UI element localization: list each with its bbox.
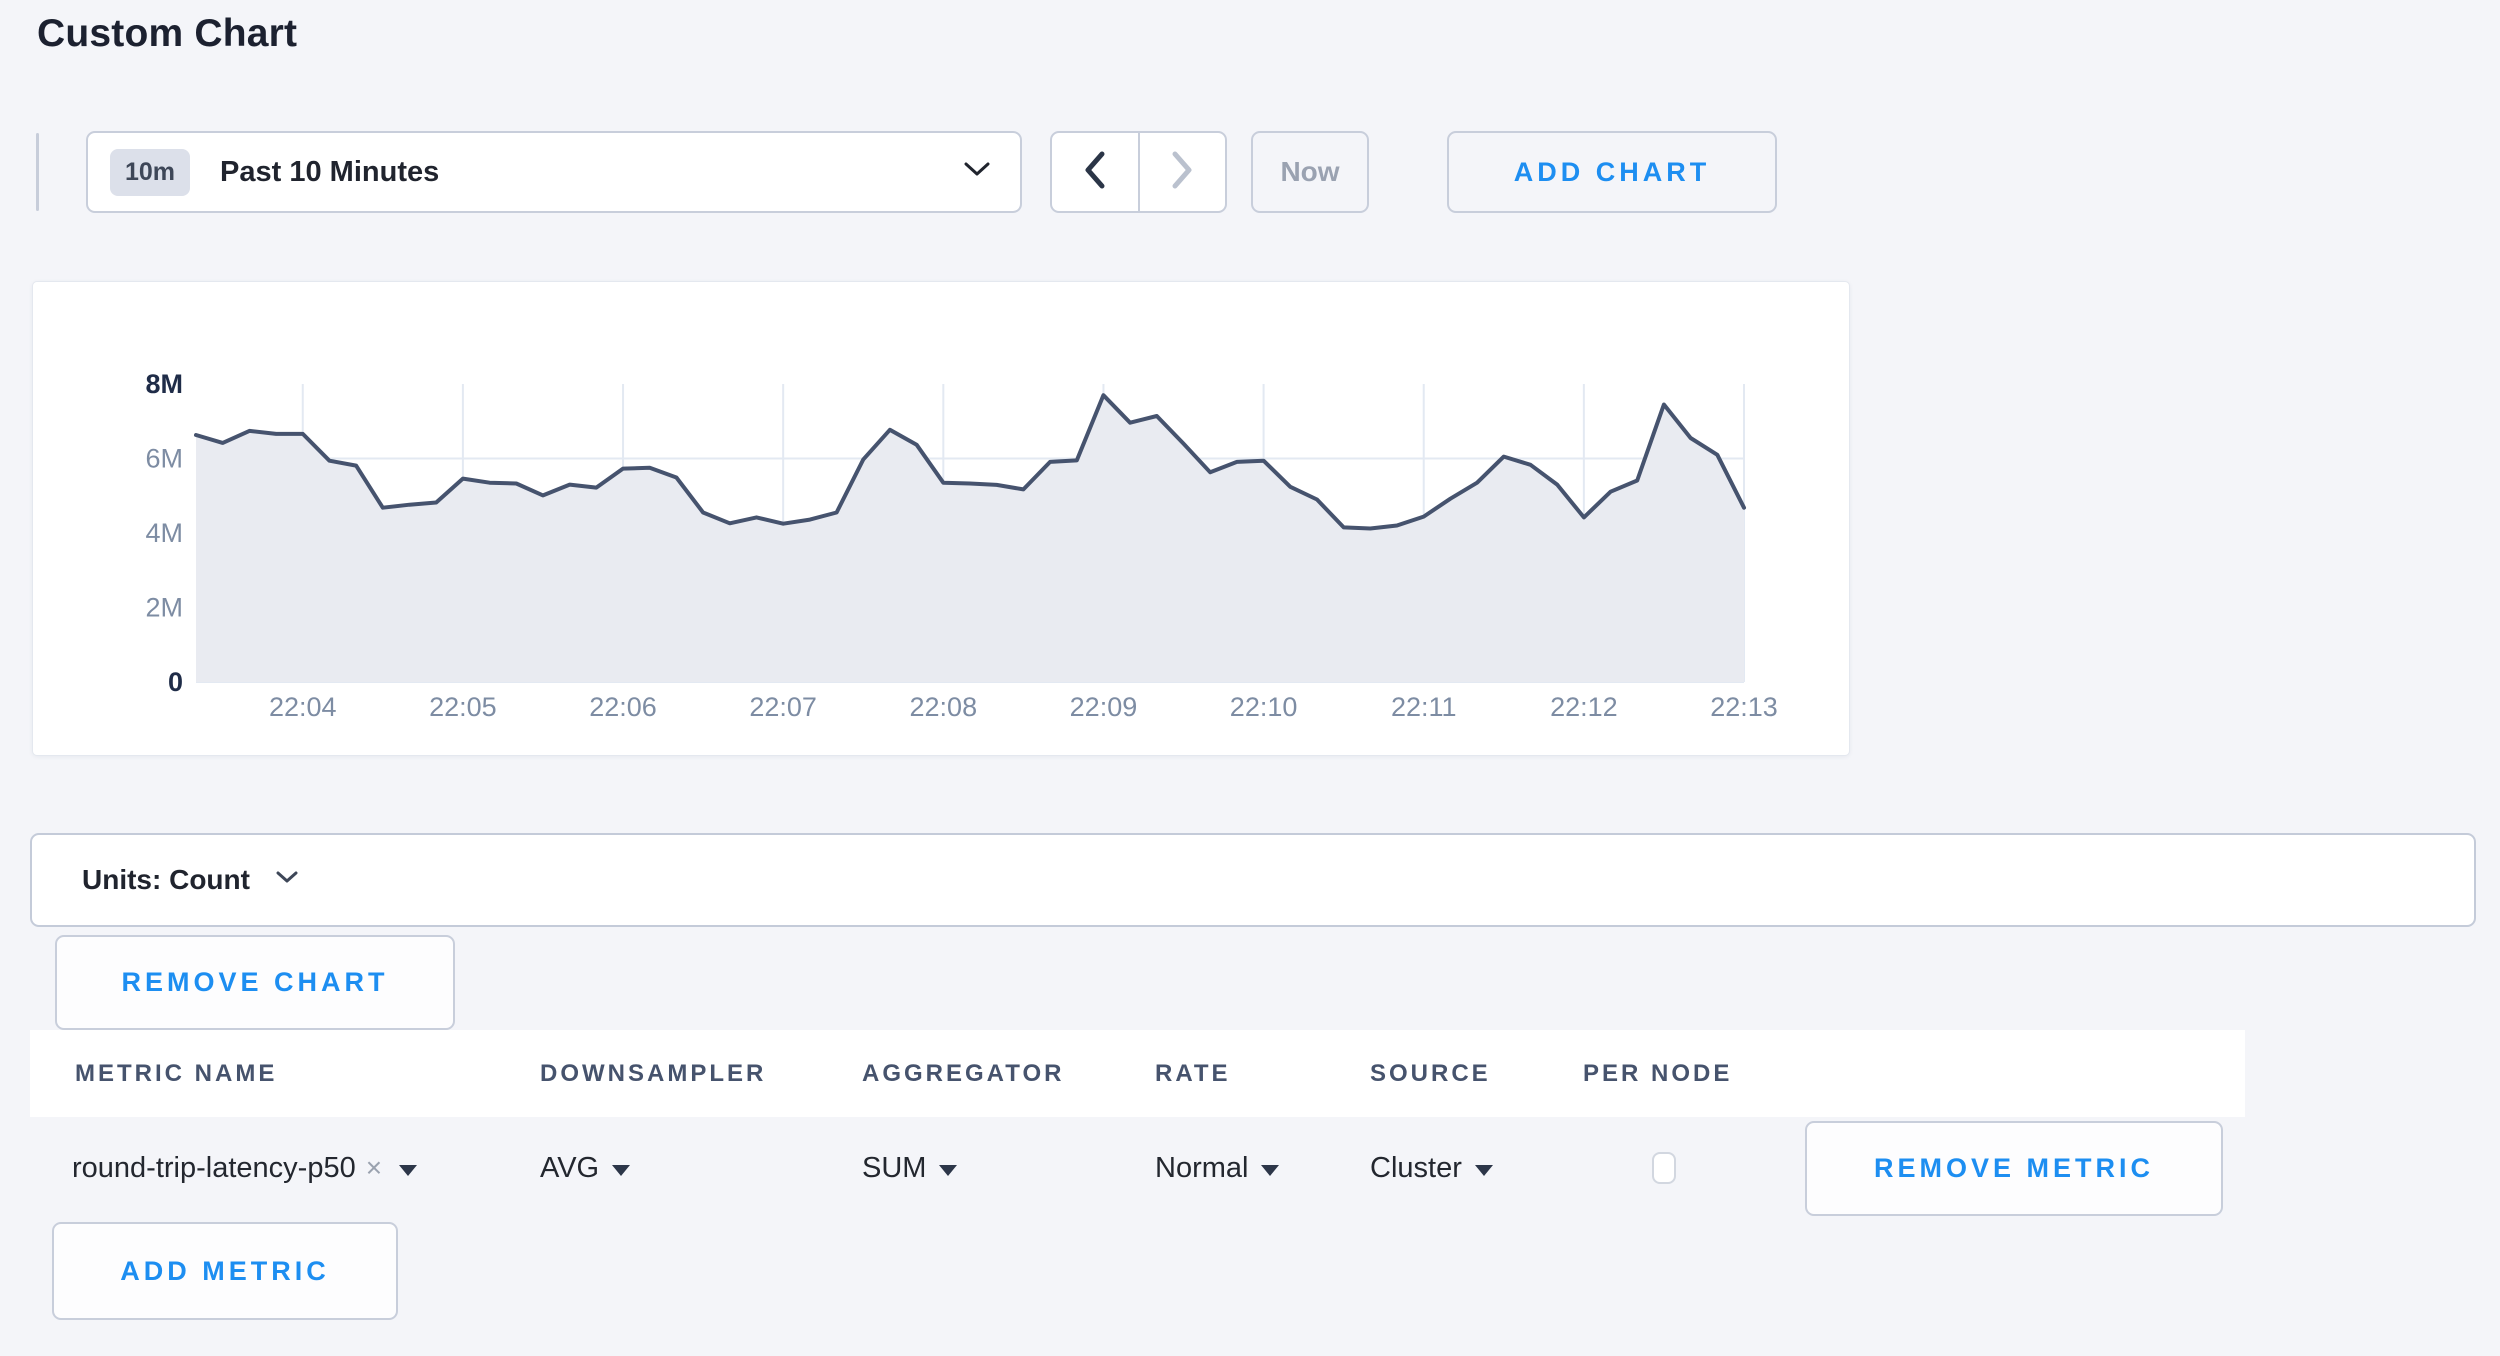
column-header-downsampler: DOWNSAMPLER [540,1030,766,1117]
per-node-checkbox[interactable] [1652,1152,1676,1184]
caret-down-icon [1475,1165,1493,1176]
x-tick-label: 22:08 [910,692,978,722]
chevron-right-icon [1171,151,1193,194]
add-metric-button[interactable]: ADD METRIC [52,1222,398,1320]
column-header-aggregator: AGGREGATOR [862,1030,1064,1117]
x-tick-label: 22:09 [1070,692,1138,722]
downsampler-value: AVG [540,1152,599,1185]
remove-chart-label: REMOVE CHART [121,967,388,998]
x-tick-label: 22:07 [749,692,817,722]
remove-x-icon[interactable]: × [366,1152,382,1184]
time-window-badge: 10m [110,149,190,196]
x-tick-label: 22:04 [269,692,337,722]
next-range-button[interactable] [1140,133,1226,211]
custom-chart-svg[interactable]: 22:04 22:05 22:06 22:07 22:08 22:09 22:10 22:11… [33,282,1849,755]
x-tick-label: 22:12 [1550,692,1618,722]
x-tick-label: 22:13 [1710,692,1778,722]
time-range-dropdown[interactable]: 10m Past 10 Minutes [86,131,1022,213]
column-header-per-node: PER NODE [1583,1030,1732,1117]
prev-range-button[interactable] [1052,133,1140,211]
rate-select[interactable]: Normal [1155,1148,1279,1188]
y-tick-label: 2M [145,593,183,623]
y-tick-label: 4M [145,518,183,548]
x-tick-label: 22:11 [1391,692,1457,722]
x-tick-label: 22:10 [1230,692,1298,722]
chevron-left-icon [1084,151,1106,194]
caret-down-icon [612,1165,630,1176]
metric-name-value: round-trip-latency-p50 [72,1152,356,1185]
remove-metric-label: REMOVE METRIC [1874,1153,2154,1184]
custom-chart-page: { "page": { "title": "Custom Chart", "ba… [0,0,2500,1356]
source-value: Cluster [1370,1152,1462,1185]
rate-value: Normal [1155,1152,1248,1185]
column-header-rate: RATE [1155,1030,1231,1117]
now-button[interactable]: Now [1251,131,1369,213]
aggregator-select[interactable]: SUM [862,1148,957,1188]
toolbar-left-rule [36,133,39,211]
column-header-metric-name: METRIC NAME [75,1030,277,1117]
caret-down-icon [1261,1165,1279,1176]
add-chart-button[interactable]: ADD CHART [1447,131,1777,213]
units-label: Units: Count [82,864,250,896]
now-button-label: Now [1280,156,1339,188]
chevron-down-icon [964,162,990,182]
downsampler-select[interactable]: AVG [540,1148,630,1188]
metrics-table-header: METRIC NAME DOWNSAMPLER AGGREGATOR RATE … [30,1030,2245,1117]
y-tick-label: 8M [145,369,183,399]
chart-area-fill [196,395,1744,682]
caret-down-icon [399,1165,417,1176]
x-tick-label: 22:05 [429,692,497,722]
caret-down-icon [939,1165,957,1176]
column-header-source: SOURCE [1370,1030,1491,1117]
source-select[interactable]: Cluster [1370,1148,1493,1188]
time-window-label: Past 10 Minutes [220,156,439,189]
remove-metric-button[interactable]: REMOVE METRIC [1805,1121,2223,1216]
chevron-down-icon [276,871,298,889]
aggregator-value: SUM [862,1152,926,1185]
units-dropdown[interactable]: Units: Count [30,833,2476,927]
custom-chart-card: 22:04 22:05 22:06 22:07 22:08 22:09 22:10 22:11… [32,281,1850,756]
remove-chart-button[interactable]: REMOVE CHART [55,935,455,1030]
add-metric-label: ADD METRIC [120,1256,330,1287]
y-tick-label: 0 [168,667,183,697]
time-range-nav [1050,131,1227,213]
metric-name-select[interactable]: round-trip-latency-p50 × [72,1148,417,1188]
y-tick-label: 6M [145,444,183,474]
add-chart-label: ADD CHART [1514,157,1710,188]
page-title: Custom Chart [37,12,297,56]
x-tick-label: 22:06 [589,692,657,722]
